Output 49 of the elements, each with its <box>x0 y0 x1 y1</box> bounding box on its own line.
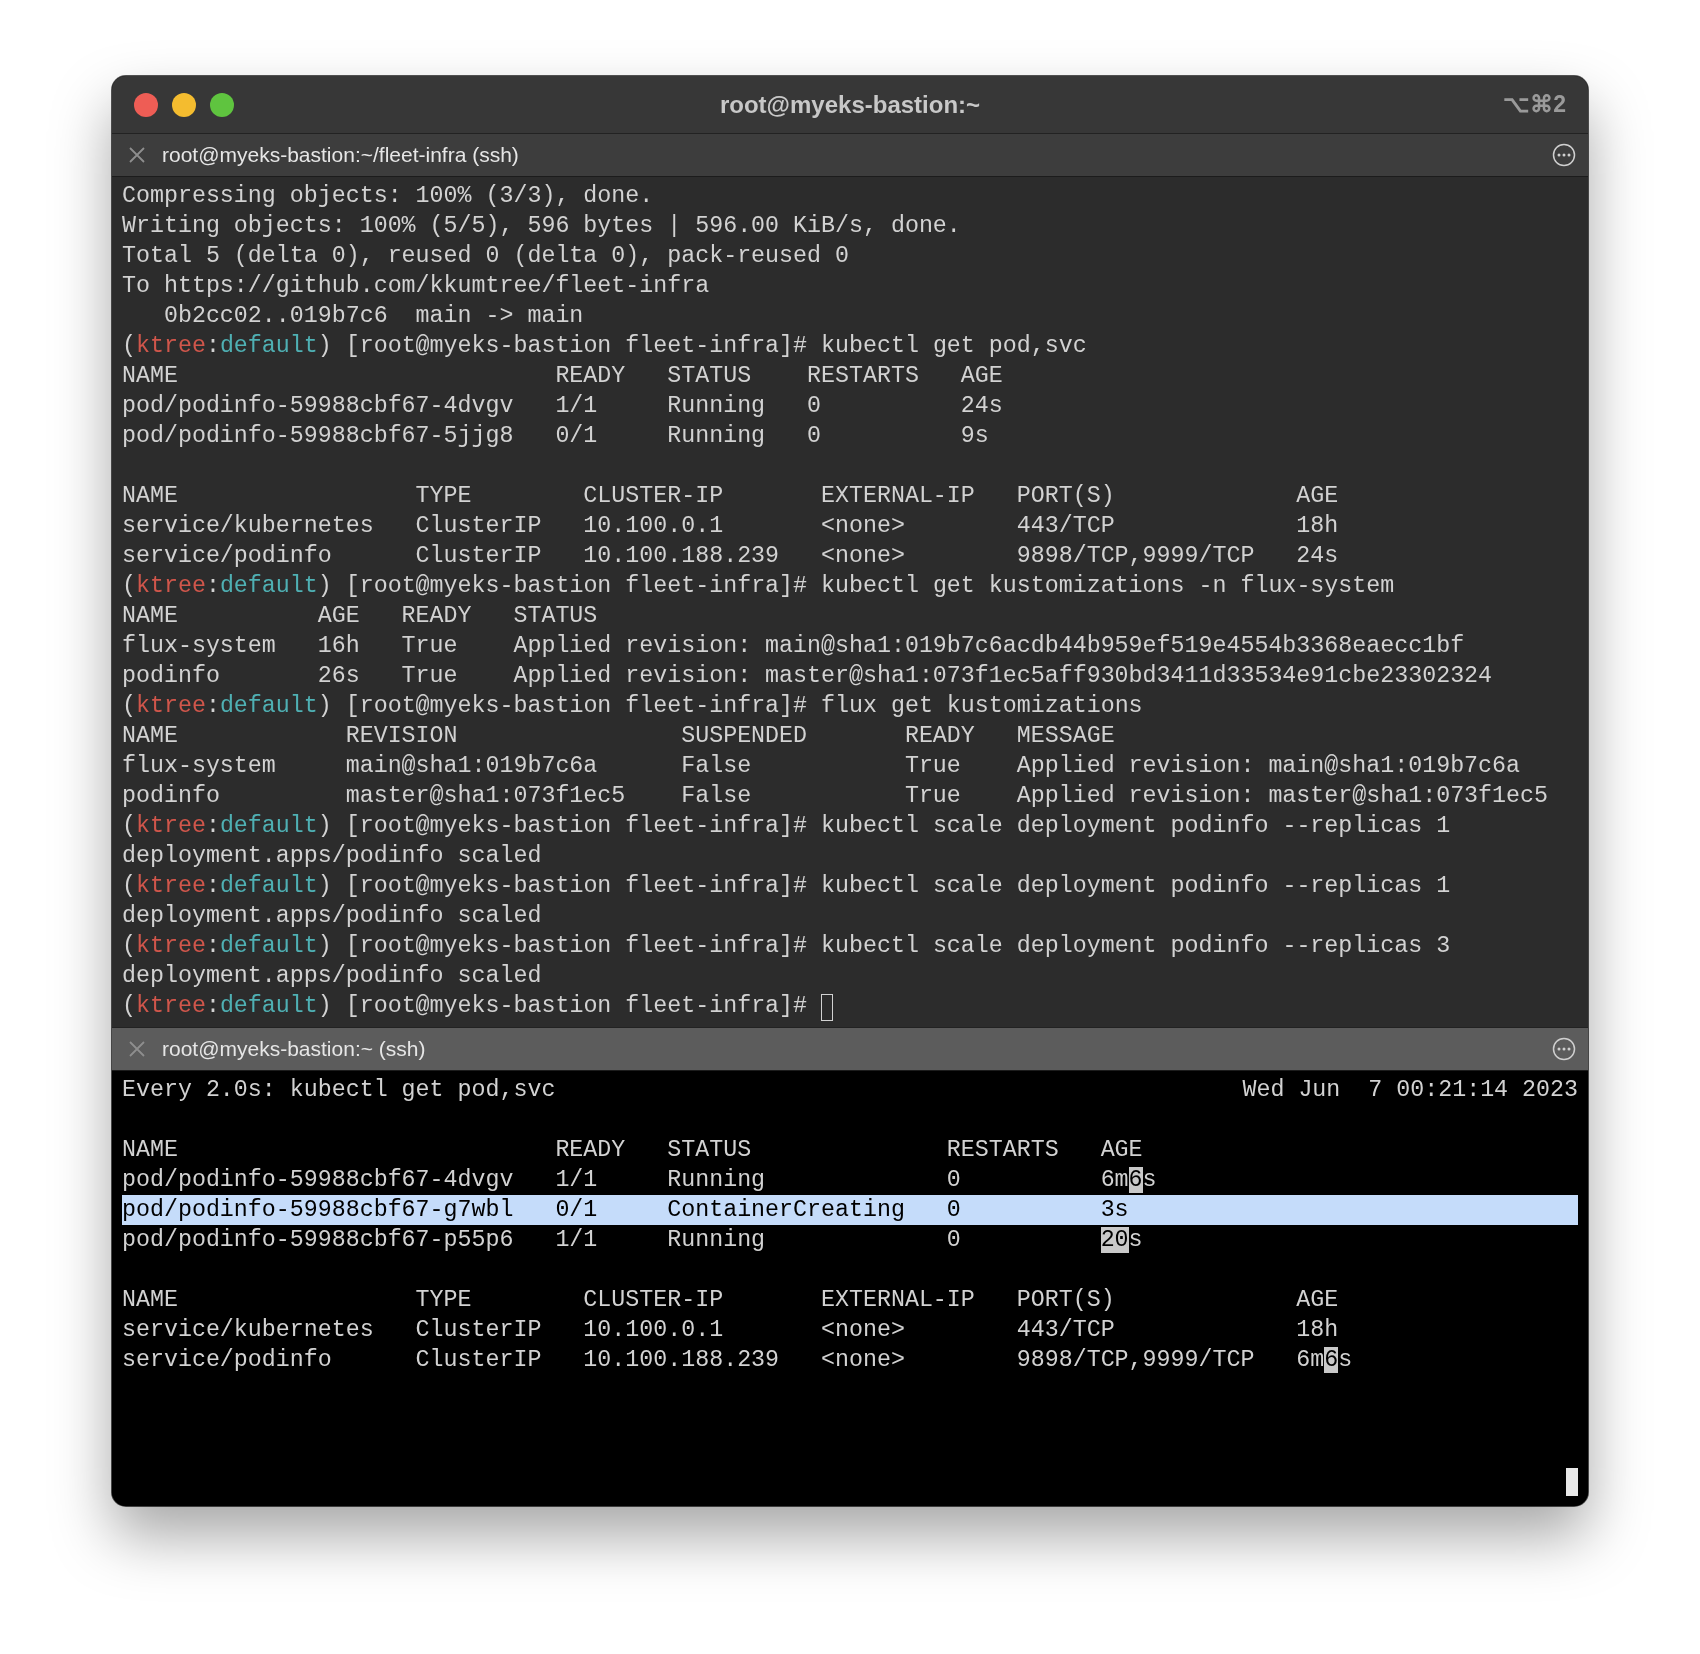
more-icon[interactable] <box>1552 143 1576 167</box>
watch-timestamp: Wed Jun 7 00:21:14 2023 <box>1242 1076 1578 1105</box>
output-line: NAME TYPE CLUSTER-IP EXTERNAL-IP PORT(S) AGE <box>122 482 1339 511</box>
command-line: (ktree:default) [root@myeks-bastion fleet-infra]# kubectl scale deployment podinfo --replicas 3 <box>122 932 1451 961</box>
tab-title: root@myeks-bastion:~/fleet-infra (ssh) <box>162 143 520 167</box>
output-line: service/podinfo ClusterIP 10.100.188.239 <none> 9898/TCP,9999/TCP 24s <box>122 542 1339 571</box>
window-title: root@myeks-bastion:~ <box>719 90 981 119</box>
cursor-icon <box>1566 1468 1578 1496</box>
command-line: (ktree:default) [root@myeks-bastion fleet-infra]# kubectl scale deployment podinfo --replicas 1 <box>122 872 1451 901</box>
output-line: service/kubernetes ClusterIP 10.100.0.1 <none> 443/TCP 18h <box>122 512 1339 541</box>
output-line: pod/podinfo-59988cbf67-4dvgv 1/1 Running 0 24s <box>122 392 1003 421</box>
output-line: Compressing objects: 100% (3/3), done. <box>122 182 654 211</box>
command-line: (ktree:default) [root@myeks-bastion fleet-infra]# kubectl get kustomizations -n flux-system <box>122 572 1395 601</box>
output-line: To https://github.com/kkumtree/fleet-infra <box>122 272 710 301</box>
keyboard-shortcut: ⌥⌘2 <box>1503 91 1566 118</box>
output-line: podinfo 26s True Applied revision: master@sha1:073f1ec5aff930bd3411d33534e91cbe23302324 <box>122 662 1493 691</box>
output-line: NAME READY STATUS RESTARTS AGE <box>122 1136 1144 1165</box>
close-window-icon[interactable] <box>134 92 158 117</box>
minimize-window-icon[interactable] <box>172 92 196 117</box>
output-line: pod/podinfo-59988cbf67-4dvgv 1/1 Running 0 6m6s <box>122 1166 1158 1195</box>
pane-tab-bar[interactable]: root@myeks-bastion:~/fleet-infra (ssh) <box>112 133 1588 177</box>
output-line: NAME READY STATUS RESTARTS AGE <box>122 362 1003 391</box>
maximize-window-icon[interactable] <box>210 92 234 117</box>
output-line: NAME AGE READY STATUS <box>122 602 598 631</box>
output-line: podinfo master@sha1:073f1ec5 False True Applied revision: master@sha1:073f1ec5 <box>122 782 1548 811</box>
output-line: flux-system 16h True Applied revision: main@sha1:019b7c6acdb44b959ef519e4554b3368eaecc1bf <box>122 632 1465 661</box>
command-line: (ktree:default) [root@myeks-bastion fleet-infra]# kubectl scale deployment podinfo --replicas 1 <box>122 812 1451 841</box>
cursor-icon <box>821 994 834 1021</box>
output-line: deployment.apps/podinfo scaled <box>122 842 542 871</box>
output-line: deployment.apps/podinfo scaled <box>122 902 542 931</box>
output-line: service/kubernetes ClusterIP 10.100.0.1 <none> 443/TCP 18h <box>122 1316 1340 1345</box>
output-line: flux-system main@sha1:019b7c6a False True Applied revision: main@sha1:019b7c6a <box>122 752 1521 781</box>
output-line: Total 5 (delta 0), reused 0 (delta 0), pack-reused 0 <box>122 242 849 271</box>
output-line: Writing objects: 100% (5/5), 596 bytes | 596.00 KiB/s, done. <box>122 212 961 241</box>
watch-command: Every 2.0s: kubectl get pod,svc <box>122 1076 556 1105</box>
output-line: 0b2cc02..019b7c6 main -> main <box>162 302 584 331</box>
close-icon[interactable] <box>128 146 146 164</box>
output-line: deployment.apps/podinfo scaled <box>122 962 542 991</box>
output-line: pod/podinfo-59988cbf67-5jjg8 0/1 Running 0 9s <box>122 422 989 451</box>
output-line: service/podinfo ClusterIP 10.100.188.239 <none> 9898/TCP,9999/TCP 6m6s <box>122 1346 1354 1375</box>
tab-title: root@myeks-bastion:~ (ssh) <box>162 1037 427 1061</box>
more-icon[interactable] <box>1552 1037 1576 1061</box>
command-line: (ktree:default) [root@myeks-bastion fleet-infra]# <box>122 992 809 1021</box>
pane-tab-bar[interactable]: root@myeks-bastion:~ (ssh) <box>112 1027 1588 1071</box>
command-line: (ktree:default) [root@myeks-bastion fleet-infra]# flux get kustomizations <box>122 692 1143 721</box>
command-line: (ktree:default) [root@myeks-bastion fleet-infra]# kubectl get pod,svc <box>122 332 1087 361</box>
output-line: pod/podinfo-59988cbf67-p55p6 1/1 Running 0 20s <box>122 1226 1144 1255</box>
output-line: NAME REVISION SUSPENDED READY MESSAGE <box>122 722 1115 751</box>
output-line: NAME TYPE CLUSTER-IP EXTERNAL-IP PORT(S) AGE <box>122 1286 1340 1315</box>
